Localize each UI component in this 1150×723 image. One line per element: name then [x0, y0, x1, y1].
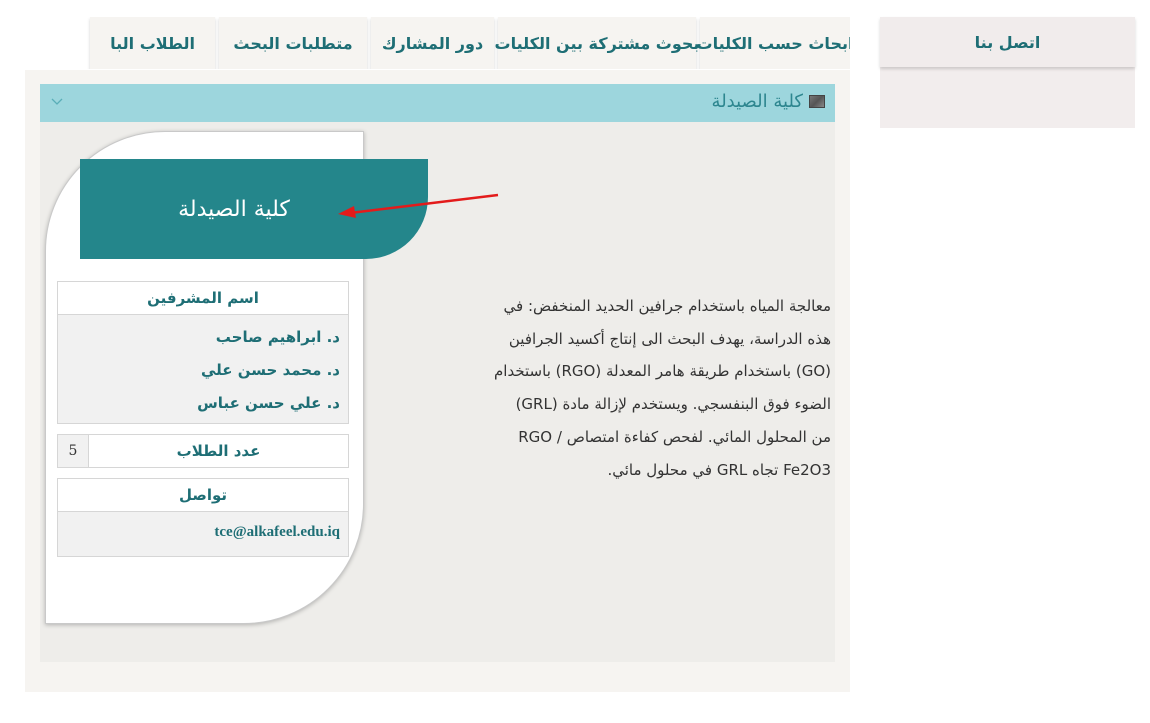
nav-tabs: ابحاث حسب الكليات بحوث مشتركة بين الكليا…	[90, 17, 850, 69]
description-line: (GO) باستخدام طريقة هامر المعدلة (RGO) ب…	[494, 362, 831, 381]
tab-students[interactable]: الطلاب البا	[90, 17, 215, 69]
email-link[interactable]: tce@alkafeel.edu.iq	[58, 524, 348, 541]
top-nav: ابحاث حسب الكليات بحوث مشتركة بين الكليا…	[25, 17, 850, 69]
supervisors-box: اسم المشرفين د. ابراهيم صاحب د. محمد حسن…	[57, 281, 349, 424]
tab-participant-role[interactable]: دور المشارك	[371, 17, 494, 69]
description-line: Fe2O3 تجاه GRL في محلول مائي.	[607, 460, 831, 479]
communication-heading: تواصل	[58, 479, 348, 512]
description-line: هذه الدراسة، يهدف البحث الى إنتاج أكسيد …	[508, 329, 831, 348]
tab-joint-research[interactable]: بحوث مشتركة بين الكليات	[495, 17, 699, 69]
tab-research-requirements[interactable]: متطلبات البحث	[219, 17, 367, 69]
students-count-label: عدد الطلاب	[176, 442, 261, 460]
research-description: معالجة المياه باستخدام جرافين الحديد الم…	[455, 290, 831, 486]
description-line: الضوء فوق البنفسجي. ويستخدم لإزالة مادة …	[515, 395, 831, 414]
students-count-value: 5	[58, 435, 89, 467]
supervisor-name: د. ابراهيم صاحب	[215, 328, 340, 346]
supervisor-name: د. محمد حسن علي	[201, 361, 340, 379]
contact-us-link[interactable]: اتصل بنا	[880, 17, 1135, 67]
communication-box: تواصل tce@alkafeel.edu.iq	[57, 478, 349, 557]
red-arrow-icon	[338, 193, 499, 218]
flag-icon	[809, 95, 825, 108]
supervisors-list: د. ابراهيم صاحب د. محمد حسن علي د. علي ح…	[58, 315, 348, 420]
panel-header: كلية الصيدلة	[40, 84, 835, 122]
supervisor-name: د. علي حسن عباس	[197, 394, 340, 412]
tab-research-by-college[interactable]: ابحاث حسب الكليات	[697, 17, 850, 69]
panel-title: كلية الصيدلة	[711, 91, 803, 112]
description-line: معالجة المياه باستخدام جرافين الحديد الم…	[503, 297, 831, 315]
banner-title: كلية الصيدلة	[178, 196, 290, 222]
chevron-down-icon[interactable]	[50, 94, 64, 108]
contact-box: اتصل بنا	[880, 17, 1135, 128]
description-line: من المحلول المائي. لفحص كفاءة امتصاص / R…	[518, 427, 831, 446]
supervisors-heading: اسم المشرفين	[58, 282, 348, 315]
students-count-row: 5 عدد الطلاب	[57, 434, 349, 468]
